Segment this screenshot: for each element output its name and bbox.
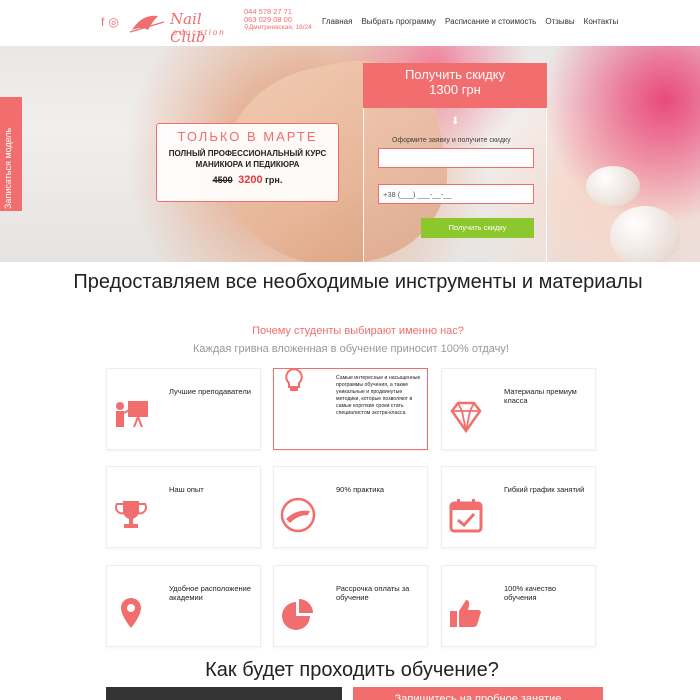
feature-card[interactable]: Лучшие преподаватели [106,368,261,450]
nav-item-contacts[interactable]: Контакты [584,17,619,26]
lightbulb-icon [285,367,303,391]
spa-stone-decoration [586,166,640,206]
header: f ◎ Nail Club education 044 578 27 71 06… [0,0,700,46]
logo[interactable]: Nail Club education [128,8,240,46]
feature-label: Рассрочка оплаты за обучение [336,584,410,602]
feature-label: Самые интересные и насыщенные программы … [336,375,421,416]
calendar-icon [449,499,483,533]
feature-label: Удобное расположение академии [169,584,251,602]
diamond-icon [450,401,482,434]
feature-card[interactable]: Наш опыт [106,466,261,548]
section-subtitle-2: Каждая гривна вложенная в обучение прино… [193,343,509,355]
hero-banner: ТОЛЬКО В МАРТЕ ПОЛНЫЙ ПРОФЕССИОНАЛЬНЫЙ К… [0,46,700,262]
instagram-icon[interactable]: ◎ [108,16,118,28]
trial-lesson-button[interactable]: Запишитесь на пробное занятие [353,687,603,700]
feature-card[interactable]: Рассрочка оплаты за обучение [273,565,428,647]
name-input[interactable] [378,148,534,168]
pie-chart-icon [282,599,313,630]
side-signup-tab[interactable]: Записаться модель [0,97,22,211]
nav-item-reviews[interactable]: Отзывы [545,17,574,26]
address: Дмитриевская, 16/24 [248,24,312,31]
feature-card[interactable]: Гибкий график занятий [441,466,596,548]
get-discount-button[interactable]: Получить скидку [421,218,534,238]
form-hint: Оформите заявку и получите скидку [392,137,511,144]
feature-label: Лучшие преподаватели [169,387,251,396]
contacts: 044 578 27 71 063 029 08 00 ⚲Дмитриевска… [244,8,312,32]
feature-card[interactable]: Удобное расположение академии [106,565,261,647]
new-price: 3200 [238,174,263,186]
promo-title: ТОЛЬКО В МАРТЕ [177,129,318,144]
section-title: Предоставляем все необходимые инструмент… [73,271,643,293]
feature-label: 100% качество обучения [504,584,557,602]
side-tab-label: Записаться модель [3,127,13,209]
location-pin-icon [121,598,141,628]
facebook-icon[interactable]: f [101,16,104,28]
promo-box: ТОЛЬКО В МАРТЕ ПОЛНЫЙ ПРОФЕССИОНАЛЬНЫЙ К… [156,123,339,202]
form-header: Получить скидку 1300 грн [363,63,547,108]
discount-form: Получить скидку 1300 грн ⬇ Оформите заяв… [363,63,547,262]
feature-label: Наш опыт [169,485,204,494]
manicure-icon [280,497,316,533]
spa-stone-decoration [610,206,680,262]
arrow-down-icon: ⬇ [451,116,460,127]
feature-card[interactable]: 90% практика [273,466,428,548]
section-subtitle: Почему студенты выбирают именно нас? [252,325,464,337]
feature-label: Гибкий график занятий [504,485,585,494]
social-links: f ◎ [101,16,119,28]
nav-item-program[interactable]: Выбрать программу [361,17,436,26]
phone-2[interactable]: 063 029 08 00 [244,16,312,24]
feature-label: Материалы премиум класса [504,387,577,405]
feature-label: 90% практика [336,485,385,494]
video-player[interactable] [106,687,342,700]
logo-emblem-icon [129,15,165,33]
promo-line-1: ПОЛНЫЙ ПРОФЕССИОНАЛЬНЫЙ КУРС [168,149,327,158]
feature-card[interactable]: Самые интересные и насыщенные программы … [273,367,428,450]
form-header-line-2: 1300 грн [429,82,481,97]
teacher-icon [116,401,148,428]
trophy-icon [114,501,148,528]
main-nav: Главная Выбрать программу Расписание и с… [322,17,618,26]
logo-subtitle: education [173,28,226,37]
feature-card[interactable]: 100% качество обучения [441,565,596,647]
currency: грн. [265,175,283,185]
nav-item-schedule[interactable]: Расписание и стоимость [445,17,536,26]
feature-card[interactable]: Материалы премиум класса [441,368,596,450]
how-learning-title: Как будет проходить обучение? [205,659,499,681]
form-header-line-1: Получить скидку [404,67,506,82]
thumbs-up-icon [450,600,481,627]
old-price: 4500 [212,175,233,185]
nav-item-home[interactable]: Главная [322,17,352,26]
phone-input[interactable]: +38 (___) ___-__-__ [378,184,534,204]
promo-line-2: МАНИКЮРА И ПЕДИКЮРА [195,160,300,169]
